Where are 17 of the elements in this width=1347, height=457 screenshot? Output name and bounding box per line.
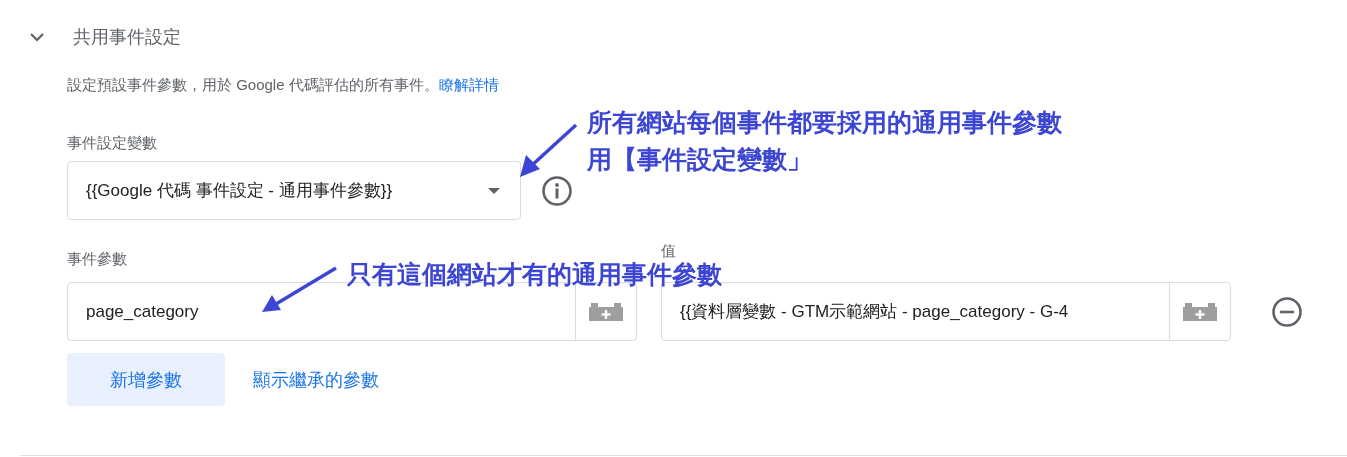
field-label: 事件設定變數 xyxy=(67,134,158,153)
add-parameter-button[interactable]: 新增參數 xyxy=(67,353,225,406)
field-label: 值 xyxy=(661,242,676,261)
description-text: 設定預設事件參數，用於 Google 代碼評估的所有事件。瞭解詳情 xyxy=(67,76,500,95)
variable-dropdown[interactable]: {{Google 代碼 事件設定 - 通用事件參數}} xyxy=(67,161,521,220)
field-label: 事件參數 xyxy=(67,250,128,269)
show-inherited-link[interactable]: 顯示繼承的參數 xyxy=(253,367,379,392)
brick-icon xyxy=(1182,302,1218,321)
remove-icon[interactable] xyxy=(1271,295,1303,328)
annotation-arrow xyxy=(518,123,578,179)
learn-more-link[interactable]: 瞭解詳情 xyxy=(438,76,499,93)
caret-icon xyxy=(488,187,500,194)
chevron-down-icon[interactable] xyxy=(29,32,45,42)
info-icon[interactable] xyxy=(541,174,573,207)
section-title: 共用事件設定 xyxy=(73,26,181,49)
brick-icon xyxy=(588,302,624,321)
annotation-text: 所有網站每個事件都要採用的通用事件參數 用【事件設定變數」 xyxy=(587,107,1062,175)
